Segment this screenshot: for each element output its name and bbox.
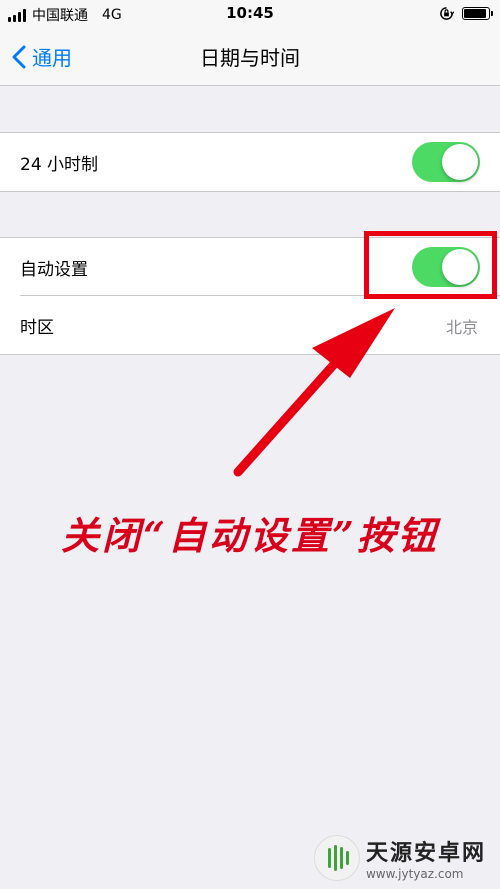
watermark-text: 天源安卓网 www.jytyaz.com xyxy=(366,835,486,881)
watermark-url: www.jytyaz.com xyxy=(365,867,464,881)
annotation-arrow xyxy=(233,308,395,477)
watermark-logo xyxy=(313,835,360,881)
annotation-text: 关闭“自动设置”按钮 xyxy=(61,513,439,558)
watermark-name: 天源安卓网 xyxy=(365,841,486,866)
watermark: 天源安卓网 www.jytyaz.com xyxy=(313,835,486,881)
android-logo-icon xyxy=(327,845,349,871)
